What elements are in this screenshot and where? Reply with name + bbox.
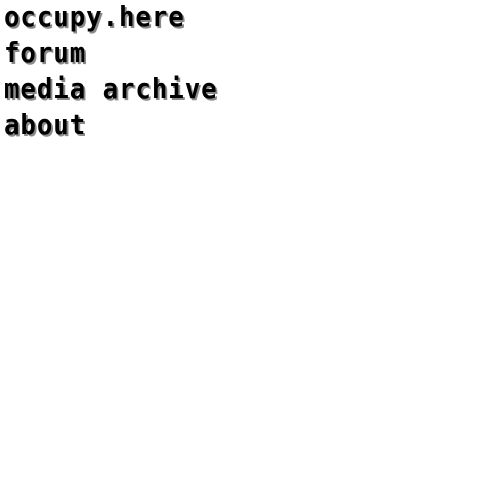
nav-link-forum[interactable]: forum — [4, 38, 218, 74]
page: occupy.here forum media archive about — [0, 0, 500, 500]
main-navigation: occupy.here forum media archive about — [4, 2, 236, 146]
nav-link-home[interactable]: occupy.here — [4, 2, 218, 38]
nav-link-about[interactable]: about — [4, 110, 218, 146]
nav-link-media-archive[interactable]: media archive — [4, 74, 218, 110]
